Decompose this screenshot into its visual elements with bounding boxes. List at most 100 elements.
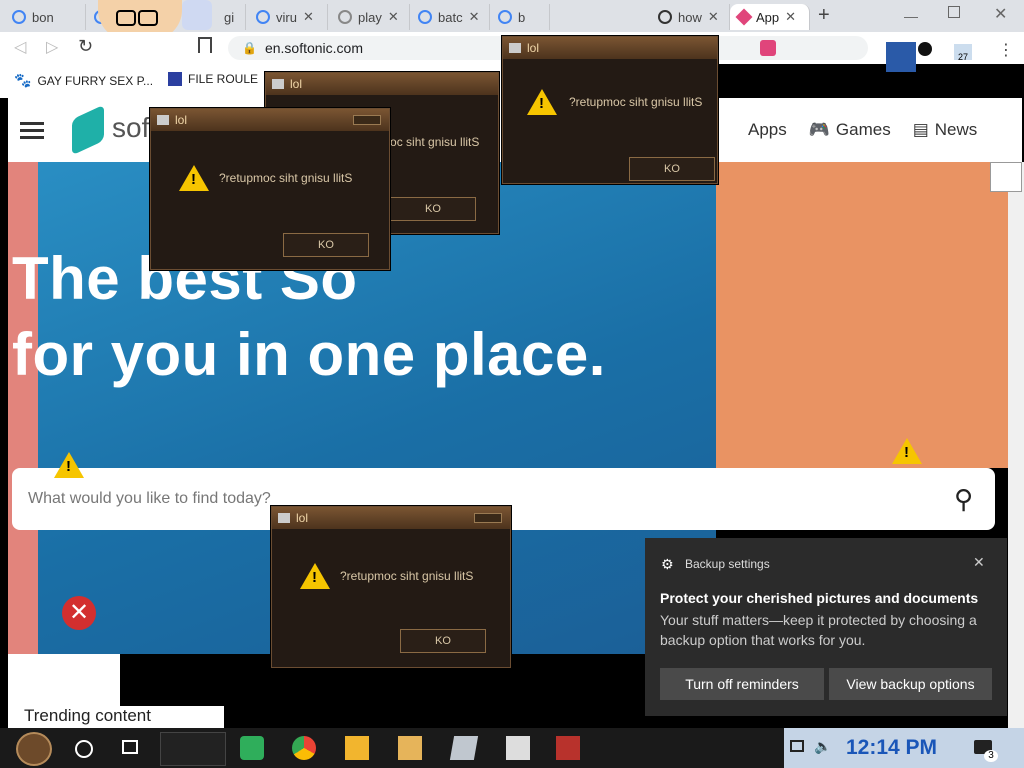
toast-body: Your stuff matters—keep it protected by … [660,612,977,648]
tab-1[interactable]: bon [4,4,86,30]
dialog-titlebar: lol [151,109,389,131]
close-icon[interactable]: ✕ [785,9,796,25]
nav-news[interactable]: ▤ News [913,120,978,140]
toast-close-icon[interactable]: ✕ [973,554,985,571]
tab-5[interactable]: batc ✕ [410,4,490,30]
minimize-icon[interactable] [474,513,502,523]
app-icon[interactable] [449,736,479,760]
tab-7[interactable]: how ✕ [650,4,730,30]
reload-icon[interactable]: ↻ [78,36,93,57]
fake-error-dialog[interactable]: lol ?retupmoc siht gnisu llitS KO [150,108,390,270]
dialog-ok-button[interactable]: KO [400,629,486,653]
newspaper-icon: ▤ [912,120,929,139]
calculator-icon[interactable] [506,736,530,760]
dialog-ok-button[interactable]: KO [629,157,715,181]
scrollbar[interactable] [1008,162,1024,728]
search-placeholder: What would you like to find today? [28,490,271,507]
close-icon[interactable]: ✕ [708,9,719,25]
fake-error-dialog[interactable]: lol ?retupmoc siht gnisu llitS KO [271,506,511,668]
chrome-icon[interactable] [292,736,316,760]
dialog-ok-button[interactable]: KO [283,233,369,257]
tab-3[interactable]: viru ✕ [248,4,328,30]
view-backup-options-button[interactable]: View backup options [829,668,992,700]
window-icon [509,43,521,53]
address-text: en.softonic.com [264,40,364,56]
search-icon[interactable]: ⚲ [954,484,973,515]
network-icon[interactable] [790,740,804,752]
taskbar-search-box[interactable] [160,732,226,766]
warning-icon [54,452,84,478]
nav-apps[interactable]: Apps [748,120,787,140]
warning-icon [300,563,330,589]
google-icon [418,10,432,24]
close-icon[interactable]: ✕ [469,9,480,25]
start-button[interactable] [16,732,52,766]
site-favicon-icon [168,72,182,86]
gear-icon: ⚙ [661,556,674,572]
window-close-icon[interactable]: ✕ [994,4,1007,24]
extension-icon[interactable] [918,42,932,56]
softonic-logo-icon [72,104,104,156]
hero-heading-line2: for you in one place. [12,321,606,388]
back-icon[interactable]: ◁ [14,37,26,57]
dialog-titlebar: lol [272,507,510,529]
window-icon [278,513,290,523]
bookmark-item[interactable]: 🐾 GAY FURRY SEX P... [14,72,153,89]
app-icon[interactable] [556,736,580,760]
bookmark-item[interactable]: FILE ROULE [168,72,258,86]
sheets-icon[interactable] [240,736,264,760]
search-icon[interactable] [75,740,93,758]
close-icon[interactable]: ✕ [388,9,399,25]
hero-accent [8,162,38,654]
site-nav: Apps 🎮 Games ▤ News [748,120,977,140]
dialog-titlebar: lol [503,37,717,59]
paw-icon: 🐾 [14,72,32,88]
google-icon [498,10,512,24]
new-tab-button[interactable]: + [818,4,830,27]
fake-error-dialog[interactable]: lol ?retupmoc siht gnisu llitS KO [502,36,718,184]
volume-muted-icon[interactable]: 🔈 [814,738,831,755]
extension-icon[interactable]: 27 [954,44,972,62]
system-tray: 🔈 12:14 PM 3 [784,728,1024,768]
google-icon [658,10,672,24]
badge-count: 27 [958,52,969,62]
warning-icon [990,162,1022,192]
warning-icon [179,165,209,191]
extension-icon[interactable] [760,40,776,56]
lock-icon: 🔒 [242,41,257,55]
menu-icon[interactable]: ⋮ [998,40,1014,60]
gamepad-icon: 🎮 [808,120,830,139]
hamburger-icon[interactable] [20,122,44,125]
close-icon[interactable]: ✕ [303,9,314,25]
tab-active[interactable]: App ✕ [730,4,810,30]
turn-off-reminders-button[interactable]: Turn off reminders [660,668,824,700]
notification-count: 3 [984,750,998,762]
thumbs-up-icon [182,0,212,30]
tab-6[interactable]: b [490,4,550,30]
dialog-message: ?retupmoc siht gnisu llitS [340,569,474,583]
app-icon[interactable] [398,736,422,760]
window-icon [157,115,169,125]
google-icon [256,10,270,24]
task-view-icon[interactable] [122,740,138,754]
forward-icon[interactable]: ▷ [46,37,58,57]
dialog-titlebar: lol [266,73,498,95]
clock[interactable]: 12:14 PM [846,736,937,760]
profile-avatar[interactable] [886,42,916,72]
glasses-icon [138,10,158,26]
error-icon: ✕ [62,596,96,630]
toast-app-name: Backup settings [685,557,770,571]
dialog-ok-button[interactable]: KO [390,197,476,221]
toast-title: Protect your cherished pictures and docu… [660,590,979,606]
minimize-icon[interactable] [353,115,381,125]
nav-games[interactable]: 🎮 Games [809,120,891,140]
restore-icon[interactable] [948,6,960,18]
warning-icon [892,438,922,464]
tab-4[interactable]: play ✕ [330,4,410,30]
glasses-icon [116,10,136,26]
promo-panel [716,162,1008,468]
folder-icon[interactable] [345,736,369,760]
window-icon [272,79,284,89]
bookmark-icon[interactable] [198,37,212,53]
minimize-icon[interactable]: — [904,8,918,24]
